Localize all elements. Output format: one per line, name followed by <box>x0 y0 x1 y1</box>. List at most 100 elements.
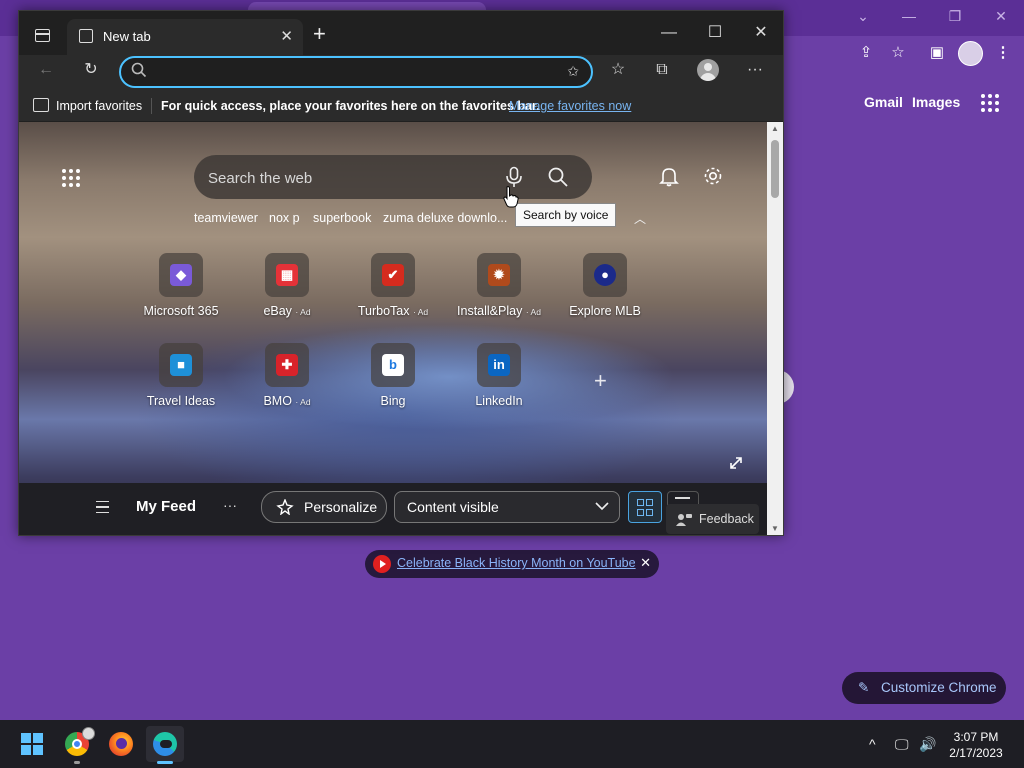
minimize-icon[interactable]: — <box>894 4 924 28</box>
quick-link-tile[interactable]: in LinkedIn <box>444 343 554 423</box>
add-site-plus-icon[interactable]: + <box>594 368 607 394</box>
import-icon <box>33 98 49 112</box>
content-visible-label: Content visible <box>407 499 499 515</box>
windows-start-icon[interactable] <box>21 733 43 755</box>
favorites-icon[interactable]: ☆ <box>604 56 632 84</box>
tile-label: BMO · Ad <box>263 394 311 408</box>
profile-icon[interactable] <box>697 59 719 81</box>
voice-search-tooltip: Search by voice <box>515 203 617 227</box>
images-link[interactable]: Images <box>912 94 960 110</box>
scroll-up-arrow-icon[interactable]: ▲ <box>771 124 779 133</box>
back-arrow-icon[interactable]: ← <box>32 56 60 84</box>
microphone-icon[interactable] <box>504 166 524 188</box>
chevron-up-icon[interactable]: ^ <box>869 736 876 752</box>
profile-avatar[interactable] <box>958 41 983 66</box>
quick-link-tile[interactable]: ● Explore MLB <box>550 253 660 333</box>
customize-chrome-button[interactable]: ✎ Customize Chrome <box>842 672 1006 704</box>
grid-icon <box>637 499 653 516</box>
feedback-person-icon <box>676 514 692 526</box>
quick-link-tile[interactable]: ▦ eBay · Ad <box>232 253 342 333</box>
feed-highlight-line <box>89 535 699 536</box>
quick-link-tile[interactable]: ✔ TurboTax · Ad <box>338 253 448 333</box>
quick-link-tile[interactable]: ✚ BMO · Ad <box>232 343 342 423</box>
google-apps-icon[interactable] <box>981 94 999 112</box>
travel-ideas-icon: ■ <box>170 354 192 376</box>
tile-icon-box: ◆ <box>159 253 203 297</box>
new-tab-plus-icon[interactable]: + <box>313 21 326 47</box>
manage-favorites-link[interactable]: Manage favorites now <box>509 99 631 113</box>
microsoft-365-icon: ◆ <box>170 264 192 286</box>
collections-icon[interactable]: ⧉ <box>648 56 676 84</box>
scrollbar-thumb[interactable] <box>771 140 779 198</box>
my-feed-title[interactable]: My Feed <box>136 498 196 515</box>
firefox-taskbar-icon[interactable] <box>109 732 133 756</box>
divider <box>151 98 152 114</box>
add-favorite-icon[interactable]: ✩ <box>567 63 579 80</box>
gmail-link[interactable]: Gmail <box>864 94 903 110</box>
close-tab-icon[interactable]: ✕ <box>280 27 293 45</box>
sparkle-icon <box>276 499 294 515</box>
quick-link-tile[interactable]: ■ Travel Ideas <box>126 343 236 423</box>
search-suggestion[interactable]: teamviewer <box>194 211 258 225</box>
settings-more-icon[interactable]: ··· <box>741 56 769 84</box>
expand-icon[interactable] <box>728 455 744 471</box>
gear-icon[interactable] <box>702 165 724 187</box>
search-suggestion[interactable]: superbook <box>313 211 371 225</box>
chevron-up-icon[interactable]: ︿ <box>634 210 646 227</box>
quick-link-tile[interactable]: b Bing <box>338 343 448 423</box>
feedback-button[interactable]: Feedback <box>666 504 759 534</box>
search-suggestion[interactable]: nox p <box>269 211 300 225</box>
restore-icon[interactable]: ❐ <box>940 4 970 28</box>
hamburger-icon[interactable] <box>96 501 109 513</box>
personalize-button[interactable]: Personalize <box>261 491 387 523</box>
new-tab-page: Search the web teamviewer nox p superboo… <box>19 122 767 535</box>
edge-taskbar-icon[interactable] <box>153 732 177 756</box>
quick-link-tile[interactable]: ✹ Install&Play · Ad <box>444 253 554 333</box>
tab-new-tab[interactable]: New tab ✕ <box>67 19 303 55</box>
content-visible-dropdown[interactable]: Content visible <box>394 491 620 523</box>
maximize-icon[interactable]: ☐ <box>695 21 735 45</box>
scroll-down-arrow-icon[interactable]: ▼ <box>771 524 779 533</box>
sidepanel-icon[interactable]: ▣ <box>924 40 950 66</box>
search-placeholder: Search the web <box>208 170 313 187</box>
close-window-icon[interactable]: ✕ <box>741 21 781 45</box>
youtube-banner-link[interactable]: Celebrate Black History Month on YouTube <box>397 556 636 570</box>
quick-link-tile[interactable]: ◆ Microsoft 365 <box>126 253 236 333</box>
address-bar[interactable]: ✩ <box>119 56 593 88</box>
turbotax-icon: ✔ <box>382 264 404 286</box>
close-icon[interactable]: ✕ <box>986 4 1016 28</box>
minimize-icon[interactable]: — <box>649 21 689 45</box>
grid-layout-button[interactable] <box>628 491 662 523</box>
chevron-down-icon[interactable]: ⌄ <box>848 4 878 28</box>
chrome-profile-badge <box>82 727 95 740</box>
bell-icon[interactable] <box>658 165 680 187</box>
taskbar-clock[interactable]: 3:07 PM 2/17/2023 <box>946 729 1006 761</box>
page-scrollbar[interactable]: ▲ ▼ <box>767 122 783 535</box>
workspaces-icon[interactable] <box>35 29 50 42</box>
search-suggestion[interactable]: zuma deluxe downlo... <box>383 211 507 225</box>
pencil-icon: ✎ <box>858 680 870 695</box>
clock-time: 3:07 PM <box>953 730 999 744</box>
network-icon[interactable]: 🖵 <box>895 736 909 753</box>
tile-icon-box: ✔ <box>371 253 415 297</box>
tile-label: Install&Play · Ad <box>457 304 541 318</box>
star-icon[interactable]: ☆ <box>885 40 911 66</box>
favorites-hint: For quick access, place your favorites h… <box>161 99 540 113</box>
tile-label: Travel Ideas <box>146 394 216 408</box>
tile-label: Bing <box>380 394 406 408</box>
feed-more-icon[interactable]: ··· <box>223 497 237 513</box>
share-icon[interactable]: ⇪ <box>853 40 879 66</box>
volume-icon[interactable]: 🔊 <box>919 736 936 753</box>
search-icon[interactable] <box>547 166 569 188</box>
web-search-box[interactable]: Search the web <box>194 155 592 199</box>
favorites-bar: Import favorites For quick access, place… <box>19 91 783 121</box>
menu-icon[interactable]: ⋮ <box>990 40 1016 66</box>
refresh-icon[interactable]: ↻ <box>77 56 105 84</box>
import-favorites-button[interactable]: Import favorites <box>56 99 142 113</box>
tile-label: eBay · Ad <box>263 304 311 318</box>
customize-chrome-label: Customize Chrome <box>881 680 997 695</box>
running-indicator <box>74 761 80 764</box>
tile-label: Microsoft 365 <box>143 304 219 318</box>
close-icon[interactable]: ✕ <box>640 555 651 571</box>
app-launcher-icon[interactable] <box>62 169 80 187</box>
